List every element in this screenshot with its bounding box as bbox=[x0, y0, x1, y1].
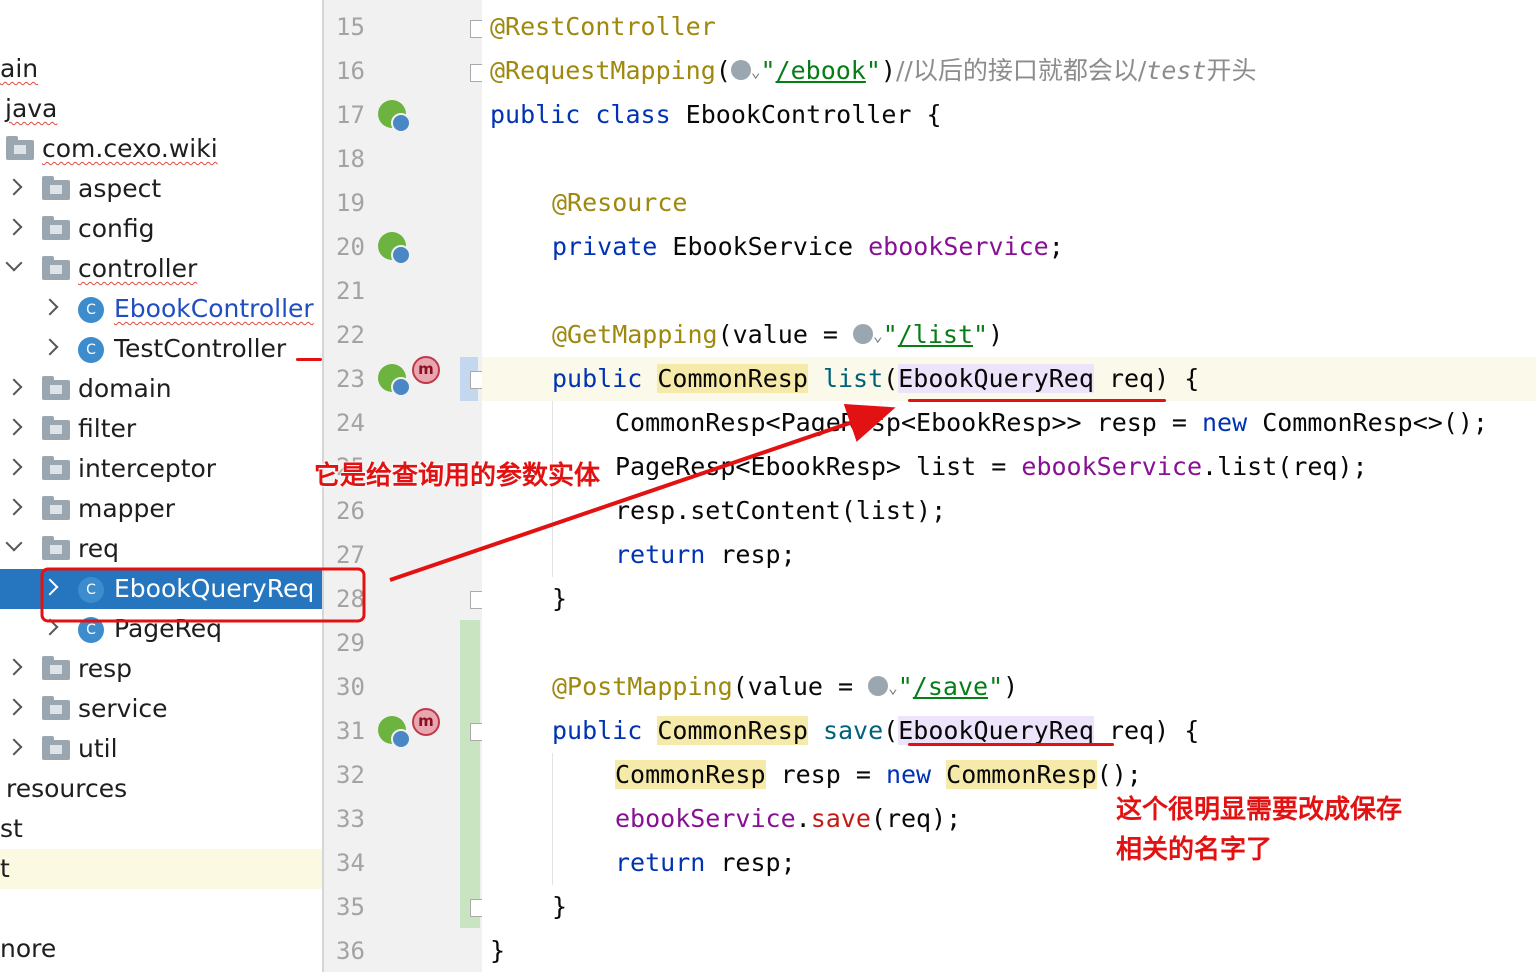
highlight-box bbox=[40, 567, 366, 623]
underline-mark bbox=[908, 743, 1114, 746]
underline-mark bbox=[296, 358, 322, 361]
annotation-note-rename: 这个很明显需要改成保存相关的名字了 bbox=[1116, 795, 1403, 865]
underline-mark bbox=[908, 399, 1166, 402]
annotation-note-params: 它是给查询用的参数实体 bbox=[314, 461, 601, 491]
